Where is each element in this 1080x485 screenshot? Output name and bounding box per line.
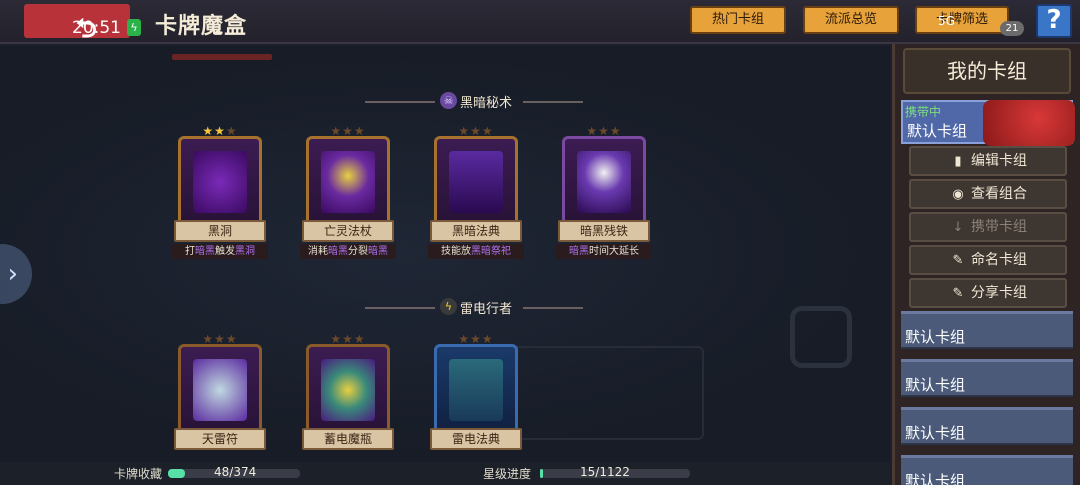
eye-icon: ◉ bbox=[952, 187, 964, 202]
my-decks-panel: 我的卡组 携带中 默认卡组 ▮ 编辑卡组 ◉ 查看组合 ↓ 携带卡组 ✎ 命名卡组 ✎ 分… bbox=[892, 44, 1080, 485]
carry-deck-button[interactable]: ↓ 携带卡组 bbox=[909, 212, 1067, 242]
top-bar: ⮌ 20:51 ϟ 卡牌魔盒 热门卡组 流派总览 卡牌筛选 5G 21 ? bbox=[0, 0, 1080, 44]
notification-badge: 21 bbox=[1000, 21, 1024, 36]
star-progress-label: 星级进度 bbox=[483, 467, 532, 481]
section-header-dark-arcana: ☠ 黑暗秘术 bbox=[365, 90, 583, 114]
deck-slot-2[interactable]: 默认卡组 bbox=[901, 359, 1073, 397]
card-icon: ▮ bbox=[954, 154, 962, 169]
card-description: 技能放黑暗祭祀 bbox=[428, 244, 524, 259]
talisman-art bbox=[193, 359, 247, 421]
deck-slot-1[interactable]: 默认卡组 bbox=[901, 311, 1073, 349]
card-name: 雷电法典 bbox=[430, 428, 522, 450]
card-name: 黑暗法典 bbox=[430, 220, 522, 242]
charging-icon: ϟ bbox=[127, 19, 141, 36]
pencil-icon: ✎ bbox=[952, 286, 964, 301]
deck-emblem bbox=[983, 100, 1075, 146]
share-deck-button[interactable]: ✎ 分享卡组 bbox=[909, 278, 1067, 308]
download-icon: ↓ bbox=[952, 220, 964, 235]
scroll-remnant bbox=[172, 54, 272, 60]
bottle-art bbox=[321, 359, 375, 421]
star-progress-fill bbox=[540, 469, 543, 478]
card-description: 暗黑时间大延长 bbox=[556, 244, 652, 259]
active-deck[interactable]: 携带中 默认卡组 bbox=[901, 100, 1075, 146]
star-progress-value: 15/1122 bbox=[580, 465, 630, 479]
collection-progress-fill bbox=[168, 469, 185, 478]
page-title: 卡牌魔盒 bbox=[155, 14, 248, 39]
network-status: 5G bbox=[938, 14, 955, 28]
card-collection-area[interactable]: ☠ 黑暗秘术 ★★★ 黑洞 打暗黑触发黑洞 ★★★ 亡灵法杖 消耗暗黑分裂暗黑 … bbox=[0, 46, 890, 462]
section-title: 黑暗秘术 bbox=[460, 96, 513, 111]
progress-bar-footer: 卡牌收藏 48/374 星级进度 15/1122 bbox=[0, 462, 890, 485]
section-title: 雷电行者 bbox=[460, 302, 513, 317]
genre-overview-button[interactable]: 流派总览 bbox=[803, 6, 899, 34]
deck-slot-3[interactable]: 默认卡组 bbox=[901, 407, 1073, 445]
card-description: 消耗暗黑分裂暗黑 bbox=[300, 244, 396, 259]
carrying-label: 携带中 bbox=[905, 105, 942, 119]
card-description: 打暗黑触发黑洞 bbox=[172, 244, 268, 259]
card-name: 蓄电魔瓶 bbox=[302, 428, 394, 450]
deck-name: 默认卡组 bbox=[907, 122, 968, 140]
deck-slot-4[interactable]: 默认卡组 bbox=[901, 455, 1073, 485]
staff-skull-art bbox=[321, 151, 375, 213]
collection-value: 48/374 bbox=[214, 465, 257, 479]
section-header-thunder-walker: ϟ 雷电行者 bbox=[365, 296, 585, 320]
my-decks-title: 我的卡组 bbox=[903, 48, 1071, 94]
rename-deck-button[interactable]: ✎ 命名卡组 bbox=[909, 245, 1067, 275]
card-name: 亡灵法杖 bbox=[302, 220, 394, 242]
chevron-right-icon[interactable]: › bbox=[0, 244, 32, 304]
view-combos-button[interactable]: ◉ 查看组合 bbox=[909, 179, 1067, 209]
card-name: 暗黑残铁 bbox=[558, 220, 650, 242]
thunder-book-art bbox=[449, 359, 503, 421]
card-filter-button[interactable]: 卡牌筛选 bbox=[915, 6, 1009, 34]
pencil-icon: ✎ bbox=[952, 253, 964, 268]
collection-label: 卡牌收藏 bbox=[114, 467, 163, 481]
skull-icon: ☠ bbox=[440, 92, 457, 109]
hot-decks-button[interactable]: 热门卡组 bbox=[690, 6, 786, 34]
status-time: 20:51 bbox=[72, 18, 121, 38]
card-name: 黑洞 bbox=[174, 220, 266, 242]
dark-book-art bbox=[449, 151, 503, 213]
black-hole-art bbox=[193, 151, 247, 213]
help-button[interactable]: ? bbox=[1036, 4, 1072, 38]
edit-deck-button[interactable]: ▮ 编辑卡组 bbox=[909, 146, 1067, 176]
background-decoration bbox=[790, 306, 852, 368]
skeleton-art bbox=[577, 151, 631, 213]
card-name: 天雷符 bbox=[174, 428, 266, 450]
lightning-icon: ϟ bbox=[440, 298, 457, 315]
